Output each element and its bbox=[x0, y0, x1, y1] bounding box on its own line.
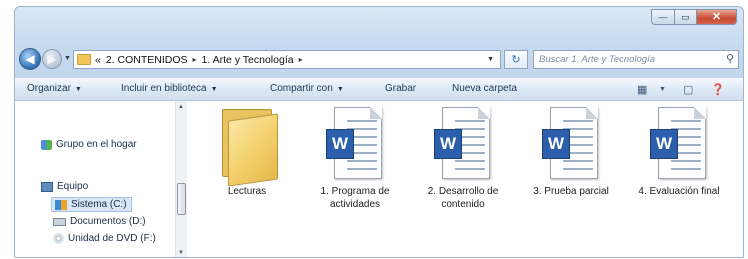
word-document-icon: W bbox=[540, 107, 602, 181]
computer-icon bbox=[41, 181, 53, 192]
sidebar-item-label: Documentos (D:) bbox=[70, 216, 146, 227]
chevron-down-icon: ▼ bbox=[336, 86, 344, 93]
folder-icon bbox=[77, 54, 91, 65]
caption-buttons: — ▭ ✕ bbox=[651, 9, 737, 25]
share-with-button[interactable]: Compartir con ▼ bbox=[270, 83, 344, 94]
include-library-label: Incluir en biblioteca bbox=[121, 83, 207, 94]
maximize-button[interactable]: ▭ bbox=[675, 9, 697, 25]
scroll-thumb[interactable] bbox=[177, 183, 186, 215]
word-document-icon: W bbox=[324, 107, 386, 181]
close-icon: ✕ bbox=[711, 10, 722, 23]
maximize-icon: ▭ bbox=[681, 11, 690, 22]
organize-button[interactable]: Organizar ▼ bbox=[27, 83, 82, 94]
back-button[interactable]: ◀ bbox=[19, 48, 41, 70]
forward-button[interactable]: ▶ bbox=[42, 49, 62, 69]
sidebar-item-label: Grupo en el hogar bbox=[56, 139, 137, 150]
sidebar-item-label: Sistema (C:) bbox=[71, 199, 127, 210]
folder-icon bbox=[214, 105, 280, 187]
refresh-icon: ↻ bbox=[511, 54, 521, 66]
command-bar: Organizar ▼ Incluir en biblioteca ▼ Compar… bbox=[15, 77, 743, 101]
file-name: 2. Desarrollo de contenido bbox=[427, 186, 499, 210]
chevron-down-icon: ▼ bbox=[210, 86, 218, 93]
preview-pane-button[interactable]: ▢ bbox=[683, 83, 693, 96]
sidebar-item-label: Equipo bbox=[57, 181, 89, 192]
refresh-button[interactable]: ↻ bbox=[504, 50, 528, 69]
address-row: ◀ ▶ ▼ « 2. CONTENIDOS ▸ 1. Arte y Tecnol… bbox=[15, 45, 743, 73]
close-button[interactable]: ✕ bbox=[697, 9, 737, 25]
word-document-icon: W bbox=[432, 107, 494, 181]
file-item-word[interactable]: W 3. Prueba parcial bbox=[521, 105, 621, 198]
file-item-folder[interactable]: Lecturas bbox=[197, 105, 297, 198]
file-item-word[interactable]: W 2. Desarrollo de contenido bbox=[413, 105, 513, 211]
search-icon[interactable]: ⚲ bbox=[726, 52, 734, 65]
file-item-word[interactable]: W 1. Programa de actividades bbox=[305, 105, 405, 211]
file-name: Lecturas bbox=[227, 186, 267, 197]
file-item-word[interactable]: W 4. Evaluación final bbox=[629, 105, 729, 198]
scroll-up-icon[interactable]: ▲ bbox=[178, 104, 184, 110]
drive-icon bbox=[53, 217, 66, 226]
breadcrumb-arte-tecnologia[interactable]: 1. Arte y Tecnología bbox=[202, 54, 294, 66]
navigation-pane: Grupo en el hogar Equipo Sistema (C:) Do… bbox=[15, 101, 187, 257]
change-view-button[interactable]: ▦ bbox=[637, 83, 647, 96]
help-button[interactable]: ❓ bbox=[711, 83, 725, 96]
content-area: Grupo en el hogar Equipo Sistema (C:) Do… bbox=[15, 101, 743, 257]
system-drive-icon bbox=[55, 199, 67, 210]
view-icon: ▦ bbox=[637, 84, 648, 96]
sidebar-item-computer[interactable]: Equipo bbox=[41, 181, 88, 192]
address-bar[interactable]: « 2. CONTENIDOS ▸ 1. Arte y Tecnología ▸… bbox=[73, 50, 501, 69]
burn-button[interactable]: Grabar bbox=[385, 83, 416, 94]
address-history-dropdown[interactable]: ▼ bbox=[487, 56, 494, 63]
explorer-window: — ▭ ✕ ◀ ▶ ▼ « 2. CONTENIDOS ▸ 1. Arte y … bbox=[14, 6, 744, 258]
sidebar-item-system-drive[interactable]: Sistema (C:) bbox=[51, 197, 132, 212]
share-with-label: Compartir con bbox=[270, 83, 333, 94]
include-library-button[interactable]: Incluir en biblioteca ▼ bbox=[121, 83, 218, 94]
sidebar-item-homegroup[interactable]: Grupo en el hogar bbox=[41, 139, 137, 150]
sidebar-item-label: Unidad de DVD (F:) bbox=[68, 233, 156, 244]
scroll-down-icon[interactable]: ▼ bbox=[178, 250, 184, 256]
new-folder-button[interactable]: Nueva carpeta bbox=[452, 83, 517, 94]
navigation-scrollbar[interactable]: ▲ ▼ bbox=[175, 101, 187, 257]
more-views-dropdown[interactable]: ▼ bbox=[659, 86, 666, 93]
breadcrumb-separator-icon[interactable]: ▸ bbox=[299, 55, 303, 64]
file-name: 4. Evaluación final bbox=[638, 186, 720, 197]
organize-label: Organizar bbox=[27, 83, 71, 94]
dvd-icon bbox=[53, 233, 64, 244]
back-arrow-icon: ◀ bbox=[25, 52, 35, 66]
breadcrumb-overflow[interactable]: « bbox=[95, 54, 101, 66]
preview-pane-icon: ▢ bbox=[683, 84, 694, 96]
minimize-icon: — bbox=[658, 11, 668, 22]
file-name: 1. Programa de actividades bbox=[320, 186, 390, 210]
help-icon: ❓ bbox=[711, 84, 725, 96]
word-document-icon: W bbox=[648, 107, 710, 181]
minimize-button[interactable]: — bbox=[651, 9, 675, 25]
chevron-down-icon: ▼ bbox=[74, 86, 82, 93]
search-input[interactable]: Buscar 1. Arte y Tecnología ⚲ bbox=[533, 50, 739, 69]
recent-pages-dropdown[interactable]: ▼ bbox=[64, 55, 71, 62]
homegroup-icon bbox=[41, 139, 52, 150]
sidebar-item-documents-drive[interactable]: Documentos (D:) bbox=[53, 216, 146, 227]
file-list: Lecturas W 1. Programa de actividades W … bbox=[187, 101, 743, 257]
sidebar-item-dvd-drive[interactable]: Unidad de DVD (F:) bbox=[53, 233, 156, 244]
breadcrumb-separator-icon[interactable]: ▸ bbox=[193, 55, 197, 64]
forward-arrow-icon: ▶ bbox=[47, 52, 57, 66]
breadcrumb-contenidos[interactable]: 2. CONTENIDOS bbox=[106, 54, 188, 66]
search-placeholder: Buscar 1. Arte y Tecnología bbox=[539, 54, 655, 65]
file-name: 3. Prueba parcial bbox=[533, 186, 609, 197]
